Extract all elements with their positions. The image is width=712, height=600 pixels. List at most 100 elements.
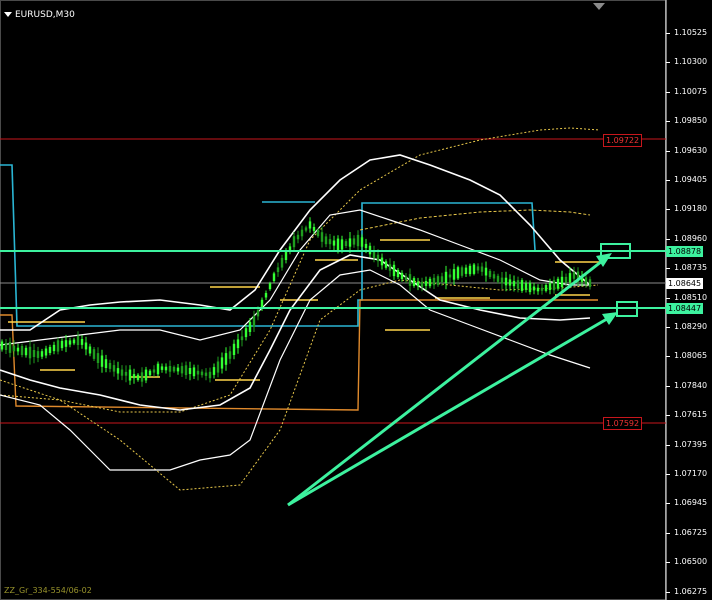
candle-body [256,310,260,317]
upper-arrow-shaft [287,256,607,507]
candle-body [464,267,468,274]
price-tick-label: 1.09630 [674,145,708,155]
chart-shift-triangle-icon[interactable] [593,3,605,10]
lower-arrow-shaft [287,314,613,507]
candle-body [228,351,232,359]
candle-body [408,274,412,286]
price-tick-label: 1.06945 [674,498,708,508]
candle-body [332,240,336,246]
candle-body [248,322,252,332]
candle-body [140,372,144,382]
candle-body [296,234,300,240]
price-tick-label: 1.09180 [674,204,708,214]
candle-body [444,271,448,284]
candle-body [380,257,384,266]
price-tick-label: 1.07840 [674,380,708,390]
resistance-price-tag: 1.09722 [603,134,643,147]
candle-body [536,287,540,292]
candle-body [124,371,128,376]
candle-body [156,363,160,375]
candle-body [112,365,116,372]
candle-body [428,278,432,287]
candle-body [344,241,348,246]
candle-body [360,237,364,247]
price-tick-mark [666,238,670,240]
candle-body [524,283,528,290]
candle-body [452,269,456,280]
price-tick-label: 1.06500 [674,557,708,567]
candle-body [164,366,168,371]
candle-body [492,274,496,279]
price-tick-mark [666,327,670,328]
candle-body [96,353,100,363]
candle-body [436,276,440,285]
price-tick-label: 1.10300 [674,57,708,67]
candle-body [504,277,508,286]
candle-body [400,272,404,279]
slow-ma-line [0,279,599,491]
candle-body [460,267,464,276]
candle-body [348,238,352,247]
candle-body [508,279,512,286]
candle-body [272,273,276,281]
candle-body [376,254,380,262]
price-tick-mark [666,62,670,64]
price-tick-mark [666,415,670,417]
candle-body [384,261,388,268]
candle-body [364,243,368,249]
price-chart[interactable] [0,0,712,600]
candle-body [456,267,460,279]
candle-body [32,350,36,357]
upper-channel-price-tag: 1.08878 [666,246,704,257]
candle-body [292,236,296,248]
candle-body [268,283,272,290]
current-price-tag: 1.08645 [666,278,704,289]
price-tick-label: 1.09405 [674,175,708,184]
price-tick-mark [666,562,670,564]
candle-body [404,276,408,280]
price-tick-mark [666,385,670,387]
candle-body [308,221,312,229]
candle-body [148,370,152,376]
candle-body [500,277,504,284]
chart-menu-triangle-icon[interactable] [4,12,12,17]
candle-body [304,227,308,231]
candle-body [396,270,400,277]
candle-body [552,280,556,291]
candle-body [328,239,332,245]
candle-body [584,277,588,285]
candle-body [36,351,40,358]
price-tick-label: 1.07615 [674,410,708,420]
price-tick-mark [666,91,670,93]
candle-body [540,287,544,291]
candle-body [8,342,12,353]
candle-body [168,366,172,372]
candle-body [276,267,280,273]
candle-body [300,229,304,237]
candle-body [44,348,48,356]
candle-body [520,280,524,291]
candle-body [160,366,164,370]
candle-body [484,267,488,276]
candle-body [100,355,104,367]
candle-body [392,264,396,277]
candle-body [172,366,176,372]
price-tick-label: 1.06275 [674,586,708,596]
candle-body [548,283,552,290]
lower-arrow-head-icon [602,312,618,325]
candle-body [544,285,548,291]
price-tick-label: 1.09850 [674,116,708,126]
candle-body [208,371,212,379]
candle-body [316,229,320,237]
candle-body [232,343,236,355]
candle-body [204,372,208,376]
candle-body [88,346,92,354]
price-axis[interactable]: 1.10525 1.10300 1.10075 1.09850 1.09630 1.094… [666,0,712,600]
candle-body [568,273,572,283]
price-tick-mark [666,591,670,593]
candle-body [48,347,52,353]
candle-body [104,359,108,368]
chart-window[interactable]: EURUSD,M30 1.10525 1.10300 1.10075 1.09850 1… [0,0,712,600]
candle-body [60,340,64,349]
candle-body [56,340,60,352]
